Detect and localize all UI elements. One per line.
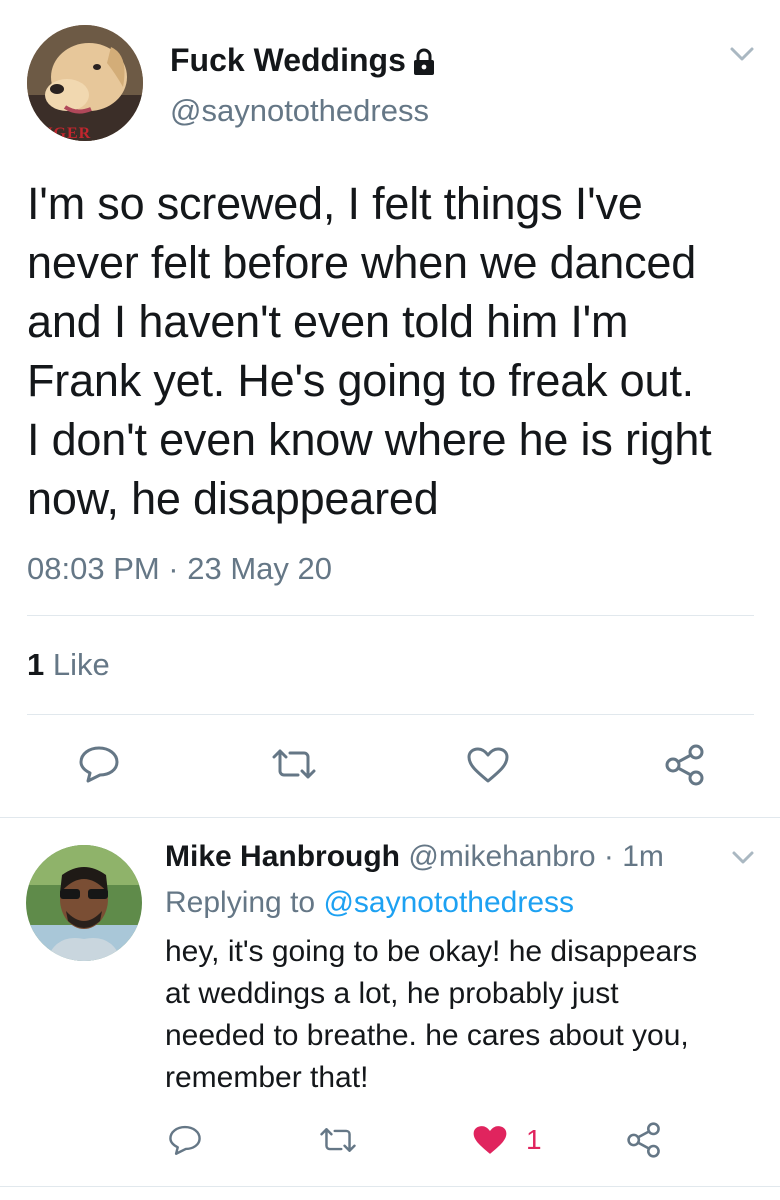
replying-to-line: Replying to @saynotothedress: [165, 886, 574, 920]
bottom-separator: [0, 1186, 780, 1187]
avatar-dog-image: [27, 25, 143, 141]
retweet-icon[interactable]: [318, 1126, 358, 1154]
timestamp[interactable]: 08:03 PM · 23 May 20: [27, 551, 332, 587]
reply-icon[interactable]: [78, 745, 120, 783]
likes-label: Like: [52, 647, 110, 682]
retweet-icon[interactable]: [270, 747, 318, 781]
heart-icon[interactable]: [466, 746, 510, 784]
avatar[interactable]: [26, 845, 142, 961]
reply-text: hey, it's going to be okay! he disappear…: [165, 931, 765, 1099]
share-icon[interactable]: [626, 1122, 662, 1158]
divider: [27, 615, 754, 616]
tweet-line: I don't even know where he is right: [27, 414, 712, 465]
display-name[interactable]: Fuck Weddings: [170, 42, 406, 79]
divider: [27, 714, 754, 715]
chevron-down-icon[interactable]: [728, 44, 756, 64]
likes-count: 1: [27, 647, 45, 682]
tweet-text: I'm so screwed, I felt things I've never…: [27, 174, 767, 528]
reply-time[interactable]: · 1m: [604, 840, 664, 873]
share-icon[interactable]: [664, 744, 706, 786]
tweet-line: Frank yet. He's going to freak out.: [27, 355, 694, 406]
tweet-line: never felt before when we danced: [27, 237, 697, 288]
reply-author-row[interactable]: Mike Hanbrough @mikehanbro · 1m: [165, 840, 664, 874]
tweet-line: now, he disappeared: [27, 473, 439, 524]
reply-line: at weddings a lot, he probably just: [165, 977, 619, 1010]
replying-to-link[interactable]: @saynotothedress: [323, 886, 574, 919]
reply-like-count: 1: [526, 1124, 542, 1155]
thread-separator: [0, 817, 780, 818]
reply-line: needed to breathe. he cares about you,: [165, 1019, 689, 1052]
reply-line: hey, it's going to be okay! he disappear…: [165, 935, 698, 968]
reply-like-button[interactable]: 1: [472, 1124, 542, 1156]
handle[interactable]: @saynotothedress: [170, 93, 429, 129]
avatar-caption: NGER: [41, 125, 92, 141]
lock-icon: [412, 48, 436, 76]
likes-stat[interactable]: 1 Like: [27, 647, 110, 683]
avatar[interactable]: NGER: [27, 25, 143, 141]
heart-icon-filled: [472, 1124, 508, 1156]
reply-handle[interactable]: @mikehanbro: [408, 840, 595, 873]
reply-line: remember that!: [165, 1061, 369, 1094]
tweet-line: and I haven't even told him I'm: [27, 296, 629, 347]
replying-to-prefix: Replying to: [165, 886, 316, 919]
avatar-man-image: [26, 845, 142, 961]
chevron-down-icon[interactable]: [730, 849, 756, 867]
reply-display-name[interactable]: Mike Hanbrough: [165, 840, 400, 873]
tweet-line: I'm so screwed, I felt things I've: [27, 178, 643, 229]
author-name-row[interactable]: Fuck Weddings: [170, 40, 436, 80]
reply-icon[interactable]: [168, 1124, 202, 1156]
